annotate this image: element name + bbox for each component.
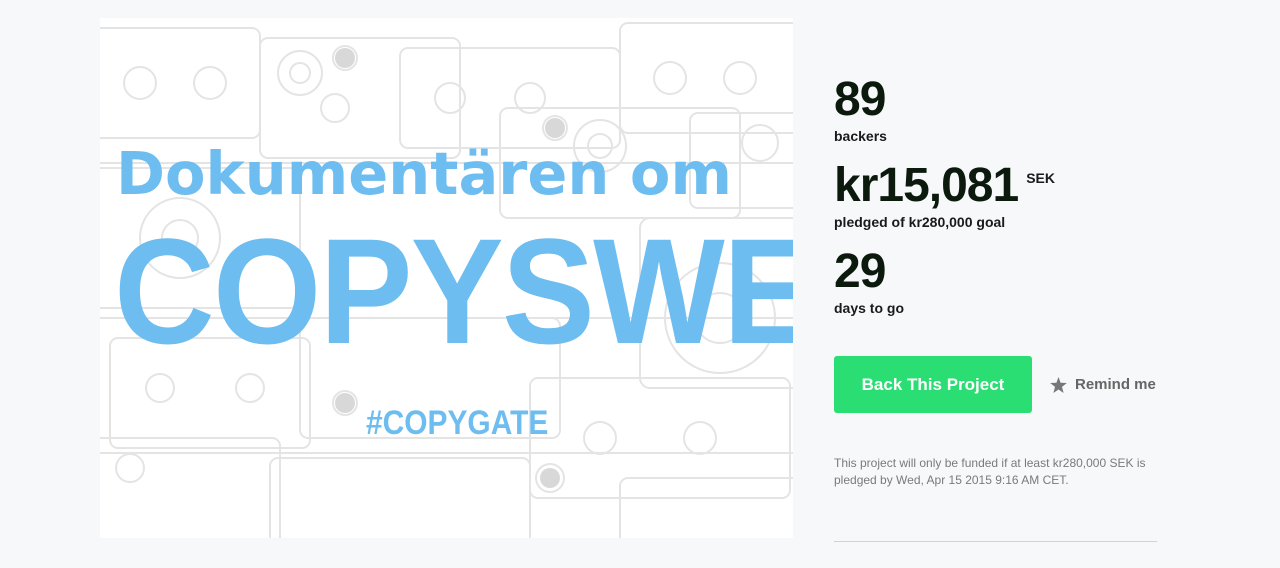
star-icon [1050, 376, 1067, 393]
remind-me-button[interactable]: Remind me [1050, 376, 1156, 393]
backers-stat: 89 backers [834, 73, 887, 145]
funding-note: This project will only be funded if at l… [834, 456, 1146, 487]
video-headline-line2: COPYSWEDE [114, 207, 793, 375]
pledged-amount: kr15,081 [834, 159, 1019, 212]
back-project-button[interactable]: Back This Project [834, 356, 1032, 413]
pledged-stat: kr15,081 SEK pledged of kr280,000 goal [834, 159, 1055, 231]
days-count: 29 [834, 245, 886, 298]
divider [834, 541, 1157, 542]
pledged-label: pledged of kr280,000 goal [834, 214, 1006, 230]
backers-count: 89 [834, 73, 886, 126]
days-label: days to go [834, 300, 905, 316]
days-stat: 29 days to go [834, 245, 905, 317]
backers-label: backers [834, 128, 887, 144]
video-hashtag: #COPYGATE [366, 404, 549, 442]
project-video[interactable]: Dokumentären om COPYSWEDE #COPYGATE [100, 18, 793, 538]
pledged-currency: SEK [1026, 170, 1055, 186]
project-page: Dokumentären om COPYSWEDE #COPYGATE 89 b… [0, 0, 1280, 568]
remind-me-label: Remind me [1075, 376, 1156, 393]
video-headline-line1: Dokumentären om [116, 139, 732, 208]
